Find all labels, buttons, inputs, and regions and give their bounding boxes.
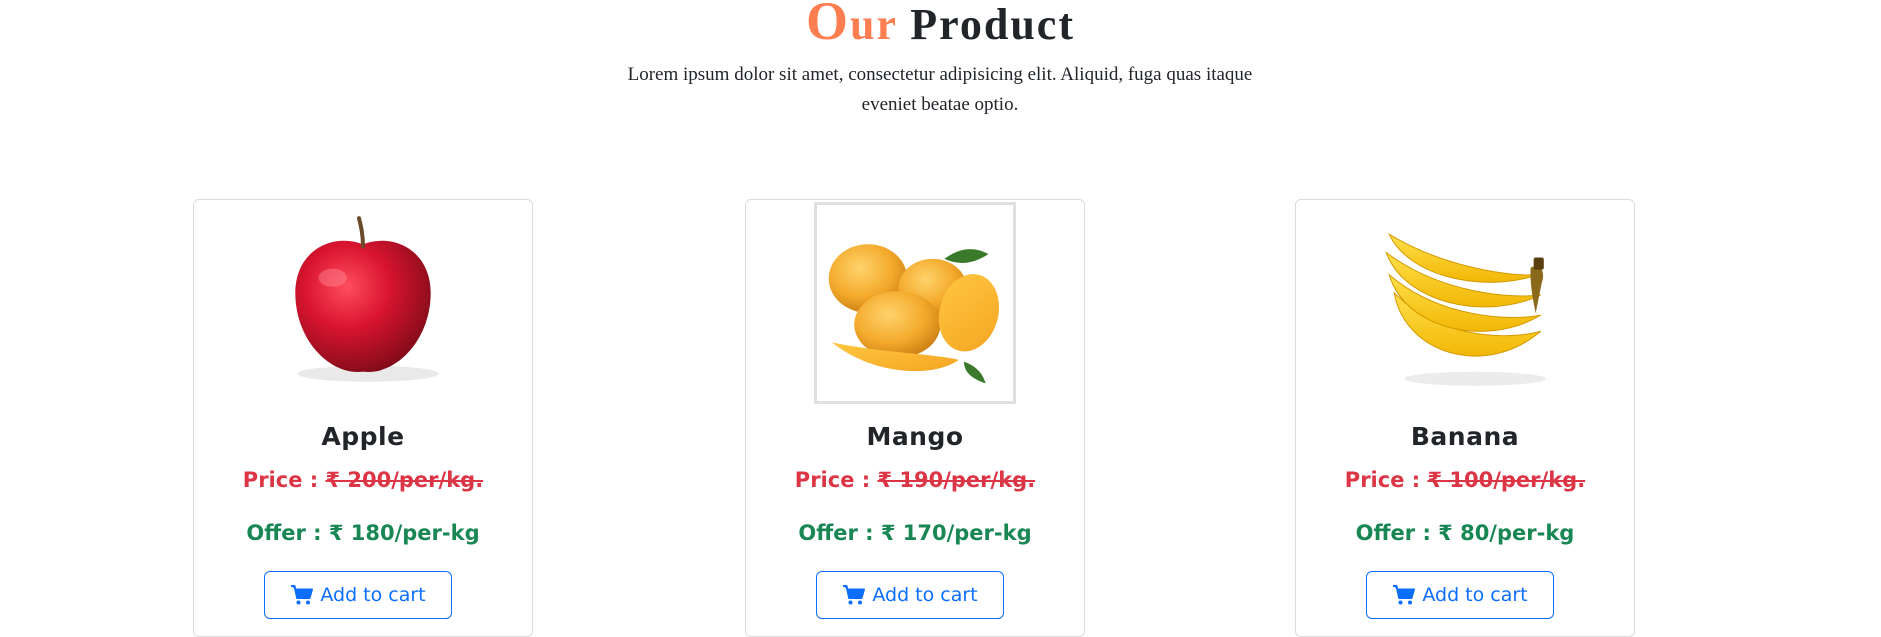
section-description: Lorem ipsum dolor sit amet, consectetur …: [627, 64, 1253, 115]
product-price: Price : ₹ 100/per/kg.: [1344, 468, 1586, 492]
product-name: Banana: [1410, 422, 1520, 451]
product-card-mango: Mango Price : ₹ 190/per/kg. Offer : ₹ 17…: [745, 199, 1085, 637]
banana-illustration: [1385, 233, 1546, 386]
product-price: Price : ₹ 200/per/kg.: [242, 468, 484, 492]
add-to-cart-label: Add to cart: [872, 584, 978, 606]
product-offer: Offer : ₹ 170/per-kg: [798, 521, 1032, 545]
mango-image: [814, 202, 1016, 404]
mango-illustration: [817, 205, 1013, 401]
add-to-cart-label: Add to cart: [1422, 584, 1528, 606]
section-title: Our Product: [0, 0, 1881, 52]
product-card-banana: Banana Price : ₹ 100/per/kg. Offer : ₹ 8…: [1295, 199, 1635, 637]
add-to-cart-button[interactable]: Add to cart: [816, 571, 1004, 619]
add-to-cart-button[interactable]: Add to cart: [264, 571, 452, 619]
cart-icon: [842, 584, 866, 606]
add-to-cart-button[interactable]: Add to cart: [1366, 571, 1554, 619]
title-main: Product: [910, 0, 1075, 49]
product-name: Mango: [866, 422, 964, 451]
product-price: Price : ₹ 190/per/kg.: [794, 468, 1036, 492]
product-name: Apple: [321, 422, 405, 451]
apple-illustration: [295, 216, 439, 382]
cart-icon: [1392, 584, 1416, 606]
product-offer: Offer : ₹ 180/per-kg: [246, 521, 480, 545]
add-to-cart-label: Add to cart: [320, 584, 426, 606]
cart-icon: [290, 584, 314, 606]
product-card-apple: Apple Price : ₹ 200/per/kg. Offer : ₹ 18…: [193, 199, 533, 637]
title-accent: Our: [806, 0, 898, 51]
banana-image: [1364, 202, 1566, 404]
product-offer: Offer : ₹ 80/per-kg: [1355, 521, 1575, 545]
apple-image: [262, 202, 464, 404]
